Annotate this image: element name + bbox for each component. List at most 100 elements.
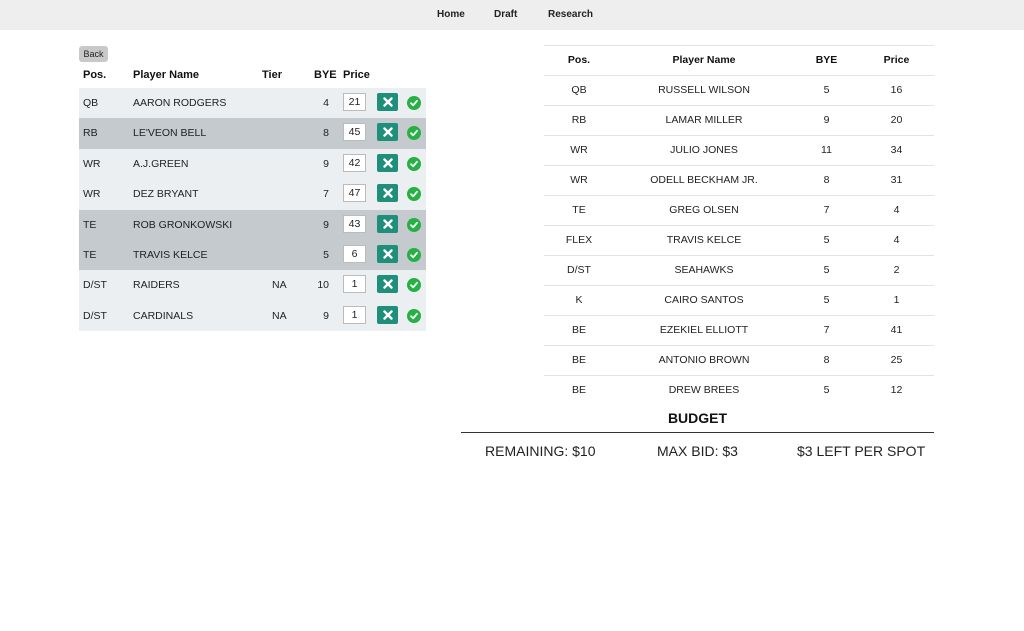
price-input[interactable]: 1 [343,305,366,324]
draft-player-list: QB AARON RODGERS 4 21 RB LE'VEON BELL 8 45 WR A.J… [79,88,426,332]
roster-player-name: SEAHAWKS [674,264,734,276]
player-name: AARON RODGERS [133,97,227,109]
player-bye: 4 [323,97,329,109]
draft-player-row: WR A.J.GREEN 9 42 [79,148,426,180]
price-input[interactable]: 47 [343,184,366,203]
roster-position: BE [571,354,586,366]
confirm-player-button[interactable] [407,126,421,141]
roster-bye: 11 [821,144,832,156]
check-icon [410,221,418,228]
draft-player-row: RB LE'VEON BELL 8 45 [79,118,426,149]
close-icon [382,97,393,107]
budget-remaining: REMAINING: $10 [485,443,596,459]
player-position: TE [83,248,97,261]
roster-position: QB [571,84,587,96]
nav-draft-link[interactable]: Draft [494,9,517,20]
confirm-player-button[interactable] [407,187,421,202]
roster-player-name: JULIO JONES [670,144,738,156]
roster-bye: 8 [823,174,830,186]
player-bye: 9 [323,309,329,322]
confirm-player-button[interactable] [407,308,421,323]
price-input[interactable]: 43 [343,214,366,233]
roster-price: 25 [890,354,903,366]
confirm-player-button[interactable] [407,247,421,262]
nav-research-link[interactable]: Research [548,9,593,20]
header-bye: BYE [314,69,337,81]
roster-player-name: GREG OLSEN [669,204,739,216]
price-input[interactable]: 21 [343,93,366,111]
roster-position: RB [571,114,587,126]
check-icon [410,99,418,107]
remove-player-button[interactable] [377,184,398,203]
remove-player-button[interactable] [377,123,398,142]
player-bye: 10 [317,279,329,292]
roster-position: TE [572,204,586,216]
price-input[interactable]: 6 [343,244,366,263]
close-icon [382,249,393,259]
check-icon [410,191,418,198]
confirm-player-button[interactable] [407,217,421,232]
remove-player-button[interactable] [377,153,398,172]
confirm-player-button[interactable] [407,156,421,171]
player-position: WR [83,188,101,201]
player-position: RB [83,127,98,140]
roster-bye: 8 [823,354,830,366]
budget-left-per-spot: $3 LEFT PER SPOT [797,443,926,459]
roster-bye: 5 [823,294,830,306]
roster-player-name: LAMAR MILLER [665,114,743,126]
remove-player-button[interactable] [377,214,398,233]
roster-player-name: RUSSELL WILSON [658,84,750,96]
roster-price: 31 [890,174,903,186]
draft-player-row: TE ROB GRONKOWSKI 9 43 [79,209,426,240]
remove-player-button[interactable] [377,93,398,111]
remove-player-button[interactable] [377,305,398,324]
roster-bye: 9 [823,114,830,126]
remove-player-button[interactable] [377,244,398,263]
roster-header-price: Price [883,54,910,66]
roster-bye: 5 [823,384,830,396]
roster-position: BE [571,384,586,396]
roster-row: D/ST SEAHAWKS 5 2 [544,255,934,285]
roster-position: WR [570,174,588,186]
roster-price: 1 [893,294,900,306]
roster-price: 4 [893,234,900,246]
draft-player-row: D/ST RAIDERS NA 10 1 [79,270,426,301]
confirm-player-button[interactable] [407,278,421,293]
player-tier: NA [272,309,287,322]
player-position: D/ST [83,279,107,292]
roster-position: D/ST [567,264,591,276]
budget-title: BUDGET [667,410,728,426]
player-name: DEZ BRYANT [133,188,199,201]
roster-row: QB RUSSELL WILSON 5 16 [544,75,934,105]
price-input[interactable]: 42 [343,153,366,172]
check-icon [410,312,418,319]
roster-row: K CAIRO SANTOS 5 1 [544,285,934,315]
roster-row: WR ODELL BECKHAM JR. 8 31 [544,165,934,195]
roster-row: RB LAMAR MILLER 9 20 [544,105,934,135]
back-button[interactable]: Back [79,46,108,62]
player-name: CARDINALS [133,309,194,322]
confirm-player-button[interactable] [407,96,421,110]
price-input[interactable]: 1 [343,275,366,294]
roster-table: Pos. Player Name BYE Price QB RUSSELL WIL… [544,45,934,405]
roster-position: FLEX [565,234,593,246]
nav-home-link[interactable]: Home [437,9,465,20]
roster-player-name: ODELL BECKHAM JR. [650,174,758,186]
roster-header-player-name: Player Name [672,54,736,66]
top-navigation: Home Draft Research [0,0,1024,30]
roster-position: WR [570,144,588,156]
player-bye: 9 [323,218,329,231]
close-icon [382,127,393,138]
roster-bye: 5 [823,264,830,276]
check-icon [410,130,418,137]
roster-price: 4 [893,204,900,216]
check-icon [410,282,418,289]
roster-bye: 5 [823,84,830,96]
check-icon [410,251,418,259]
remove-player-button[interactable] [377,275,398,294]
roster-player-name: ANTONIO BROWN [658,354,750,366]
price-input[interactable]: 45 [343,123,366,142]
roster-player-name: EZEKIEL ELLIOTT [659,324,749,336]
roster-header-row: Pos. Player Name BYE Price [544,45,934,75]
player-name: LE'VEON BELL [133,127,207,140]
